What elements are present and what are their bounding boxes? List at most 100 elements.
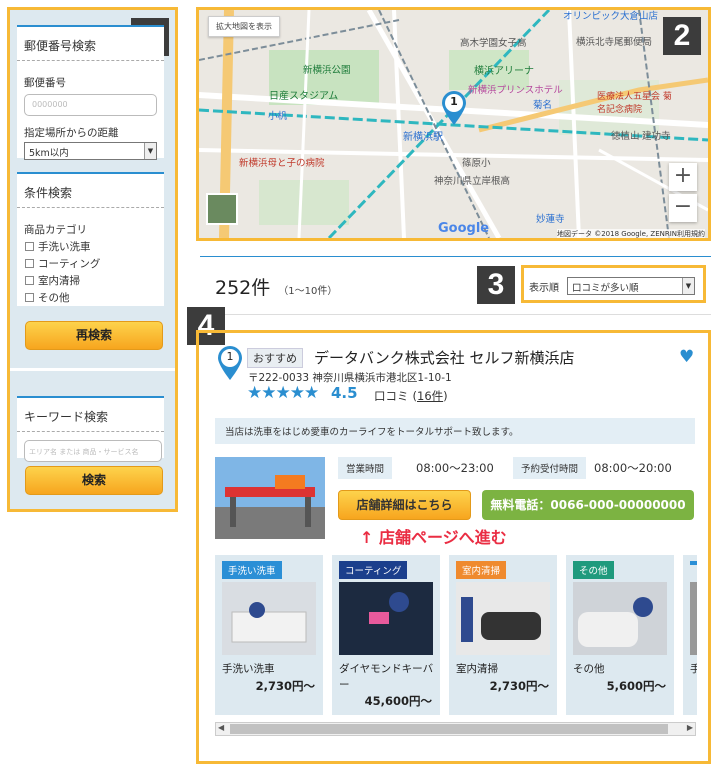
shop-photo xyxy=(215,457,325,539)
results-divider xyxy=(200,314,711,315)
sort-value: 口コミが多い順 xyxy=(572,283,639,294)
postal-input[interactable]: 0000000 xyxy=(24,94,157,116)
shop-detail-button[interactable]: 店舗詳細はこちら xyxy=(338,490,471,520)
reserve-label: 予約受付時間 xyxy=(513,457,587,479)
service-photo xyxy=(573,582,667,655)
service-category xyxy=(690,561,697,565)
shop-name[interactable]: データバンク株式会社 セルフ新横浜店 xyxy=(314,347,575,368)
postal-label: 郵便番号 xyxy=(24,77,66,89)
service-card[interactable]: 手 xyxy=(683,555,697,715)
service-category: コーティング xyxy=(339,561,408,579)
condition-search-box: 条件検索 商品カテゴリ 手洗い洗車 コーティング 室内清掃 その他 xyxy=(17,172,164,306)
free-phone-button[interactable]: 無料電話：0066-000-00000000 xyxy=(482,490,694,520)
service-price: 5,600円～ xyxy=(606,679,666,693)
map-label: 高木学園女子高 xyxy=(460,38,527,49)
star-rating-icon: ★★★★★ xyxy=(247,383,319,403)
google-logo: Google xyxy=(438,221,490,236)
service-price: 45,600円～ xyxy=(364,694,432,708)
favorite-heart-icon[interactable]: ♥ xyxy=(679,347,694,367)
map-label: 横浜北寺尾郵便局 xyxy=(576,37,653,48)
shop-pin-icon: 1 xyxy=(217,345,243,381)
map-label: 徳植山 xyxy=(611,131,640,142)
map-label: オリンピック大倉山店 xyxy=(563,11,659,22)
service-price: 2,730円～ xyxy=(255,679,315,693)
map-attribution: 地図データ ©2018 Google, ZENRIN xyxy=(557,229,678,238)
map-marker-icon[interactable]: 1 xyxy=(441,90,467,126)
service-name: ダイヤモンドキーバー xyxy=(339,663,434,691)
review-count-link[interactable]: 16件 xyxy=(417,389,443,403)
service-category: その他 xyxy=(573,561,614,579)
chevron-down-icon: ▼ xyxy=(144,143,156,159)
map-label: 建功寺 xyxy=(642,131,671,142)
rating-value: 4.5 xyxy=(331,384,358,402)
service-photo xyxy=(339,582,433,655)
scroll-left-icon[interactable]: ◀ xyxy=(218,723,224,732)
service-card[interactable]: 室内清掃 室内清掃 2,730円～ xyxy=(449,555,557,715)
research-button[interactable]: 再検索 xyxy=(25,321,163,350)
sidebar-divider xyxy=(10,368,175,371)
service-photo xyxy=(690,582,697,655)
scroll-right-icon[interactable]: ▶ xyxy=(687,723,693,732)
service-name: 手 xyxy=(690,663,697,675)
reserve-value: 08:00～20:00 xyxy=(594,461,672,475)
map-label: 新横浜母と子の病院 xyxy=(239,158,325,169)
checkbox-other[interactable]: その他 xyxy=(17,290,164,305)
checkbox-icon[interactable] xyxy=(25,276,34,285)
expand-map-button[interactable]: 拡大地図を表示 xyxy=(208,16,280,37)
sort-select[interactable]: 口コミが多い順 ▼ xyxy=(567,277,695,295)
terms-link[interactable]: 利用規約 xyxy=(677,229,705,238)
zoom-out-button[interactable]: − xyxy=(669,194,697,222)
keyword-search-box: キーワード検索 エリア名 または 商品・サービス名 xyxy=(17,396,164,462)
hours-label: 営業時間 xyxy=(338,457,393,479)
keyword-search-title: キーワード検索 xyxy=(17,398,164,432)
category-label: 商品カテゴリ xyxy=(24,224,87,236)
map-label: 小机 xyxy=(268,111,288,122)
arrow-up-icon: ↑ xyxy=(360,528,374,547)
checkbox-icon[interactable] xyxy=(25,259,34,268)
review-label: 口コミ (16件) xyxy=(374,389,448,403)
service-photo xyxy=(456,582,550,655)
checkbox-interior[interactable]: 室内清掃 xyxy=(17,273,164,288)
postal-search-box: 郵便番号検索 郵便番号 0000000 指定場所からの距離 5km以内 ▼ xyxy=(17,25,164,160)
checkbox-coating[interactable]: コーティング xyxy=(17,256,164,271)
scrollbar-thumb[interactable] xyxy=(230,724,668,734)
zoom-in-button[interactable]: + xyxy=(669,163,697,191)
service-name: 室内清掃 xyxy=(456,663,498,675)
map-label: 医療法人五星会 菊名記念病院 xyxy=(597,92,672,115)
map-label: 妙蓮寺 xyxy=(536,214,565,225)
distance-select[interactable]: 5km以内 ▼ xyxy=(24,142,157,160)
service-category: 手洗い洗車 xyxy=(222,561,282,579)
checkbox-hand-wash[interactable]: 手洗い洗車 xyxy=(17,239,164,254)
horizontal-scrollbar[interactable]: ◀ ▶ xyxy=(215,722,696,736)
service-photo xyxy=(222,582,316,655)
map-label: 新横浜公園 xyxy=(303,65,351,76)
service-card[interactable]: その他 その他 5,600円～ xyxy=(566,555,674,715)
service-card[interactable]: コーティング ダイヤモンドキーバー 45,600円～ xyxy=(332,555,440,715)
map-label: 日産スタジアム xyxy=(269,91,339,102)
shop-description: 当店は洗車をはじめ愛車のカーライフをトータルサポート致します。 xyxy=(215,418,695,444)
service-name: その他 xyxy=(573,663,605,675)
result-count: 252件 （1～10件） xyxy=(215,277,338,299)
badge-3: 3 xyxy=(477,266,515,304)
service-category: 室内清掃 xyxy=(456,561,507,579)
map-label: 新横浜プリンスホテル xyxy=(468,85,563,96)
keyword-input[interactable]: エリア名 または 商品・サービス名 xyxy=(24,440,162,462)
map-label: 神奈川県立岸根高 xyxy=(434,176,511,187)
map-label: 横浜アリーナ xyxy=(474,66,534,77)
sort-label: 表示順 xyxy=(529,283,559,294)
map-panel[interactable]: オリンピック大倉山店 高木学園女子高 横浜北寺尾郵便局 新横浜公園 日産スタジア… xyxy=(196,7,711,241)
service-price: 2,730円～ xyxy=(489,679,549,693)
recommend-badge: おすすめ xyxy=(247,348,303,368)
distance-label: 指定場所からの距離 xyxy=(24,127,119,139)
hours-value: 08:00～23:00 xyxy=(416,461,494,475)
service-name: 手洗い洗車 xyxy=(222,663,275,675)
map-label: 篠原小 xyxy=(462,158,491,169)
service-card[interactable]: 手洗い洗車 手洗い洗車 2,730円～ xyxy=(215,555,323,715)
search-button[interactable]: 検索 xyxy=(25,466,163,495)
checkbox-icon[interactable] xyxy=(25,242,34,251)
badge-2: 2 xyxy=(663,17,701,55)
checkbox-icon[interactable] xyxy=(25,293,34,302)
postal-search-title: 郵便番号検索 xyxy=(17,27,164,61)
results-divider xyxy=(200,256,711,257)
map-label: 新横浜駅 xyxy=(403,132,443,143)
